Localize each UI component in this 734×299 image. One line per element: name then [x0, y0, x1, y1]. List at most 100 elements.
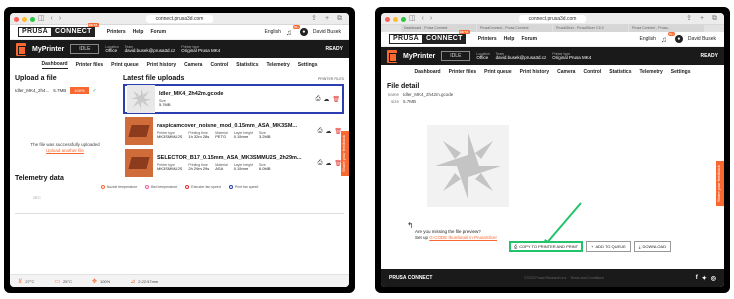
footer-copyright: ©2023 Prusa Research a.s. · Terms and Co… [524, 276, 605, 280]
tab-printer-files[interactable]: Printer files [449, 69, 477, 75]
file-info: SELECTOR_B17_0.15mm_ASA_MK3SMMU2S_2h29m.… [157, 155, 314, 171]
printer-files-link[interactable]: PRINTER FILES [318, 77, 344, 81]
facebook-icon[interactable]: f [696, 275, 698, 282]
tab-camera[interactable]: Camera [557, 69, 575, 75]
logo-prusa: PRUSA [18, 27, 53, 37]
tab-settings[interactable]: Settings [298, 62, 318, 68]
tab-control[interactable]: Control [583, 69, 601, 75]
maximize-button[interactable] [30, 16, 35, 22]
legend-print-fan[interactable]: Print fan speed [228, 185, 258, 190]
tab-statistics[interactable]: Statistics [236, 62, 258, 68]
nav-arrows-icon[interactable]: ◫ ‹ › [38, 14, 63, 22]
close-button[interactable] [14, 16, 19, 22]
legend-bed[interactable]: Bed temperature [145, 185, 177, 190]
user-name[interactable]: David Busek [313, 29, 341, 35]
instagram-icon[interactable]: ◎ [711, 275, 716, 282]
close-button[interactable] [385, 16, 390, 22]
tab-printer-files[interactable]: Printer files [76, 62, 104, 68]
thumbnail-setup-link[interactable]: G-CODE thumbnail in PrusaSlicer [429, 235, 497, 240]
avatar[interactable]: ● [674, 35, 683, 43]
trash-icon[interactable]: 🗑 [332, 96, 340, 103]
tab-print-queue[interactable]: Print queue [111, 62, 139, 68]
maximize-button[interactable] [401, 16, 406, 22]
window-controls [385, 16, 406, 22]
file-actions: ⎙ ☁ 🗑 [316, 96, 340, 103]
address-bar[interactable]: connect.prusa3d.com [518, 15, 587, 23]
tab-statistics[interactable]: Statistics [609, 69, 631, 75]
minimize-button[interactable] [393, 16, 398, 22]
tab-print-queue[interactable]: Print queue [484, 69, 512, 75]
tab-dashboard[interactable]: Dashboard [415, 69, 441, 75]
telemetry-section: Telemetry data Nozzle temperature Bed te… [10, 175, 349, 215]
tab-settings[interactable]: Settings [671, 69, 691, 75]
avatar[interactable]: ● [299, 28, 308, 36]
share-icon[interactable]: ⇪ + ⧉ [686, 14, 720, 23]
file-row[interactable]: SELECTOR_B17_0.15mm_ASA_MK3SMMU2S_2h29m.… [123, 148, 344, 178]
nav-printers[interactable]: Printers [107, 29, 126, 35]
tab-camera[interactable]: Camera [184, 62, 202, 68]
stage: ◫ ‹ › connect.prusa3d.com ⇪ + ⧉ PRUSA CO… [0, 0, 734, 299]
upload-title: Upload a file [15, 75, 57, 82]
print-icon[interactable]: ⎙ [318, 160, 323, 167]
minimize-button[interactable] [22, 16, 27, 22]
tab-print-history[interactable]: Print history [520, 69, 549, 75]
upload-file-size: 5.7MB [53, 88, 67, 93]
file-thumbnail [127, 85, 155, 113]
beta-badge: BETA [87, 23, 99, 27]
browser-tab[interactable]: PrusaSlicer - PrusaSlicer 2.6.0 [553, 25, 628, 32]
upload-progress: 100% [70, 87, 89, 94]
cloud-icon[interactable]: ☁ [325, 160, 331, 167]
upload-another-link[interactable]: Upload another file [15, 148, 115, 154]
nav-printers[interactable]: Printers [478, 36, 497, 42]
legend-nozzle[interactable]: Nozzle temperature [100, 185, 137, 190]
download-button[interactable]: ⤓ DOWNLOAD [633, 241, 672, 252]
tab-telemetry[interactable]: Telemetry [639, 69, 662, 75]
telemetry-legend: Nozzle temperature Bed temperature Extru… [15, 185, 344, 190]
bell-icon[interactable]: ♫ 99+ [286, 24, 300, 37]
team-meta: Team david.busek@prusa3d.cz [124, 44, 176, 53]
tab-dashboard[interactable]: Dashboard [41, 61, 68, 69]
copy-to-printer-and-print-button[interactable]: ⎙ COPY TO PRINTER AND PRINT [509, 241, 584, 252]
feedback-tab[interactable]: Share your feedback [716, 161, 724, 206]
cloud-icon[interactable]: ☁ [323, 96, 329, 103]
user-name[interactable]: David Busek [688, 36, 716, 42]
address-bar[interactable]: connect.prusa3d.com [145, 15, 214, 23]
file-row-selected[interactable]: Idler_MK4_2h42m.gcode Size 5.7MB ⎙ ☁ 🗑 [123, 84, 344, 114]
legend-extruder-fan[interactable]: Extruder fan speed [185, 185, 221, 190]
latest-uploads: Latest file uploads PRINTER FILES Idler_… [123, 72, 344, 177]
language-select[interactable]: English [640, 36, 656, 42]
download-icon: ⤓ [638, 244, 641, 249]
share-icon[interactable]: ⇪ + ⧉ [311, 14, 345, 23]
tab-control[interactable]: Control [210, 62, 228, 68]
tab-print-history[interactable]: Print history [147, 62, 176, 68]
nav-arrows-icon[interactable]: ◫ ‹ › [409, 14, 434, 22]
browser-tab[interactable]: Prusa Connect - Prusa... [629, 25, 704, 32]
twitter-icon[interactable]: ✦ [702, 275, 707, 282]
tab-telemetry[interactable]: Telemetry [266, 62, 289, 68]
file-info: Idler_MK4_2h42m.gcode Size 5.7MB [159, 91, 312, 107]
file-actions: ⎙ ☁ 🗑 [318, 128, 342, 135]
file-size-row: size 5.7MB [390, 99, 417, 104]
printer-icon [387, 49, 397, 63]
bell-icon[interactable]: ♫ 99+ [661, 31, 675, 44]
nav-forum[interactable]: Forum [521, 36, 537, 42]
upload-row: Idler_MK4_2h4... 5.7MB 100% ✓ [15, 87, 115, 94]
title-bar: ◫ ‹ › connect.prusa3d.com ⇪ + ⧉ [10, 13, 349, 25]
file-info: raspicamcover_noisne_mod_0.15mm_ASA_MK3S… [157, 123, 314, 139]
print-icon[interactable]: ⎙ [318, 128, 323, 135]
print-icon[interactable]: ⎙ [316, 96, 321, 103]
language-select[interactable]: English [265, 29, 281, 35]
nav-links: Printers Help Forum [107, 29, 166, 35]
title-bar: ◫ ‹ › connect.prusa3d.com ⇪ + ⧉ [381, 13, 724, 25]
prusa-connect-logo[interactable]: PRUSA CONNECT BETA [389, 30, 470, 44]
file-row[interactable]: raspicamcover_noisne_mod_0.15mm_ASA_MK3S… [123, 116, 344, 146]
feedback-tab[interactable]: Share your feedback [341, 131, 349, 176]
nav-help[interactable]: Help [504, 36, 515, 42]
add-to-queue-button[interactable]: + ADD TO QUEUE [586, 241, 631, 252]
cloud-icon[interactable]: ☁ [325, 128, 331, 135]
browser-tab[interactable]: PrusaConnect - Prusa Connect [477, 25, 552, 32]
prusa-connect-logo[interactable]: PRUSA CONNECT BETA [18, 23, 99, 37]
nav-help[interactable]: Help [133, 29, 144, 35]
fan-icon: ✥ [91, 278, 97, 285]
nav-forum[interactable]: Forum [150, 29, 166, 35]
